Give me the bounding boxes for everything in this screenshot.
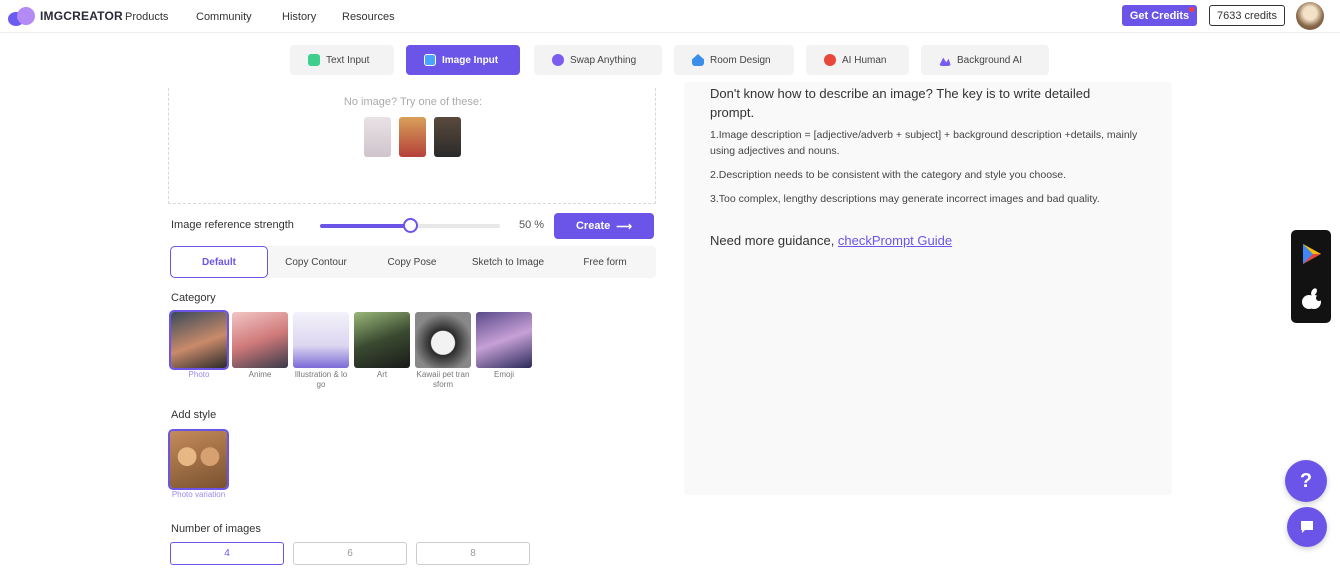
category-thumb [415,312,471,368]
image-icon [424,54,436,66]
mode-sketch-to-image[interactable]: Sketch to Image [460,246,556,278]
category-illustration[interactable]: Illustration & logo [293,312,349,390]
style-thumb [168,429,229,490]
tab-background-ai[interactable]: Background AI [921,45,1049,75]
chat-button[interactable] [1287,507,1327,547]
strength-label: Image reference strength [171,219,294,231]
image-upload-area[interactable]: No image? Try one of these: [168,88,656,204]
mode-copy-contour[interactable]: Copy Contour [268,246,364,278]
category-art[interactable]: Art [354,312,410,380]
strength-slider[interactable] [320,218,500,233]
category-caption: Emoji [493,370,514,379]
tips-heading: Don't know how to describe an image? The… [710,86,1091,120]
tab-image-input[interactable]: Image Input [406,45,520,75]
tab-label: Text Input [326,54,370,66]
credits-balance[interactable]: 7633 credits [1209,5,1285,26]
style-caption: Photo variation [171,490,226,499]
tab-text-input[interactable]: Text Input [290,45,394,75]
avatar[interactable] [1296,2,1324,30]
create-label: Create [575,220,611,232]
style-photo-variation[interactable]: Photo variation [168,429,229,500]
tab-ai-human[interactable]: AI Human [806,45,909,75]
tab-label: Room Design [710,54,771,66]
category-caption: Art [376,370,388,379]
human-icon [824,54,836,66]
arrow-right-icon: ⟶ [616,220,633,233]
help-button[interactable]: ? [1285,460,1327,502]
apple-icon[interactable] [1302,287,1322,309]
logo-text: IMGCREATOR [40,9,123,23]
tab-label: AI Human [842,54,887,66]
category-thumb [293,312,349,368]
mode-free-form[interactable]: Free form [556,246,654,278]
house-icon [692,54,704,66]
tip-3: 3.Too complex, lengthy descriptions may … [710,193,1100,205]
text-icon [308,54,320,66]
app-download-badges [1291,230,1331,323]
sample-image[interactable] [364,117,391,157]
get-credits-button[interactable]: Get Credits [1122,5,1197,26]
sample-image[interactable] [399,117,426,157]
mode-copy-pose[interactable]: Copy Pose [364,246,460,278]
no-image-hint: No image? Try one of these: [343,96,483,108]
guide-line: Need more guidance, checkPrompt Guide [710,233,952,248]
tip-2: 2.Description needs to be consistent wit… [710,169,1067,181]
guide-prefix: Need more guidance, [710,233,838,248]
category-thumb [476,312,532,368]
nav-history[interactable]: History [282,11,316,23]
slider-handle[interactable] [403,218,418,233]
add-style-label: Add style [171,409,217,421]
tip-1: 1.Image description = [adjective/adverb … [710,129,1138,157]
category-thumb [232,312,288,368]
category-anime[interactable]: Anime [232,312,288,380]
tab-label: Background AI [957,54,1023,66]
logo-icon [8,6,36,26]
google-play-icon[interactable] [1303,244,1321,264]
category-caption: Anime [248,370,272,379]
category-kawaii-pet[interactable]: Kawaii pet transform [415,312,471,390]
category-caption: Kawaii pet transform [416,370,470,389]
tab-room-design[interactable]: Room Design [674,45,794,75]
nav-community[interactable]: Community [196,11,252,23]
num-images-4[interactable]: 4 [170,542,284,565]
input-tabs: Text Input Image Input Swap Anything Roo… [0,45,1340,75]
tab-label: Swap Anything [570,54,637,66]
mountain-icon [939,57,951,66]
sample-image[interactable] [434,117,461,157]
notification-dot [1189,7,1194,12]
tab-label: Image Input [442,54,499,66]
palette-icon [552,54,564,66]
category-emoji[interactable]: Emoji [476,312,532,380]
num-images-6[interactable]: 6 [293,542,407,565]
category-label: Category [171,292,216,304]
nav-products[interactable]: Products [125,11,168,23]
app-badges-svg [1302,244,1322,309]
prompt-guide-link[interactable]: checkPrompt Guide [838,233,952,248]
top-bar: IMGCREATOR Products Community History Re… [0,0,1340,33]
logo[interactable]: IMGCREATOR [8,6,123,26]
category-caption: Illustration & logo [294,370,348,389]
prompt-tips-panel: Don't know how to describe an image? The… [684,82,1172,495]
tab-swap-anything[interactable]: Swap Anything [534,45,662,75]
mode-default[interactable]: Default [170,246,268,278]
num-images-label: Number of images [171,523,261,535]
create-button[interactable]: Create ⟶ [554,213,654,239]
category-thumb [169,310,229,370]
get-credits-label: Get Credits [1129,9,1190,22]
num-images-8[interactable]: 8 [416,542,530,565]
category-thumb [354,312,410,368]
chat-icon [1301,521,1313,533]
sample-images [364,117,461,157]
slider-fill [320,224,410,228]
mode-selector: Default Copy Contour Copy Pose Sketch to… [170,246,656,278]
strength-value: 50 % [519,219,545,231]
category-caption: Photo [188,370,210,379]
category-photo[interactable]: Photo [169,310,229,380]
nav-resources[interactable]: Resources [342,11,395,23]
